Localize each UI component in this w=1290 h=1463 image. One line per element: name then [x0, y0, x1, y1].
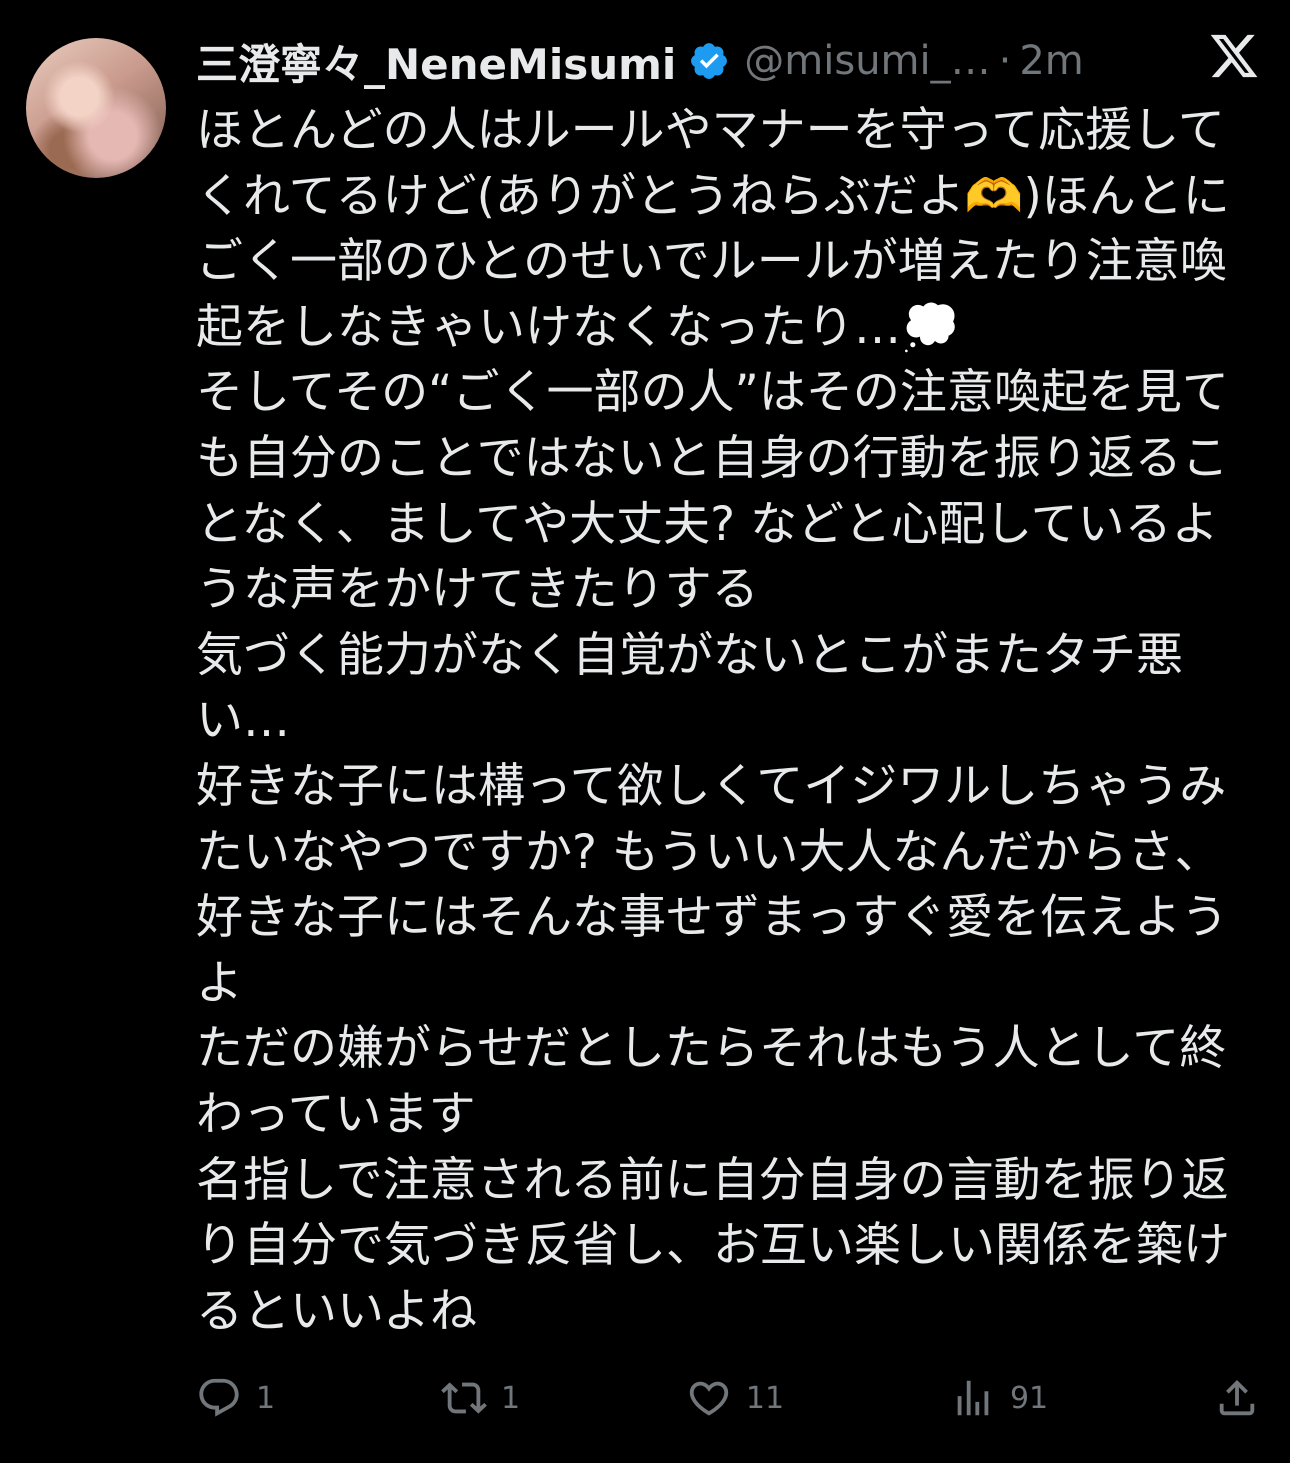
like-count: 11 [745, 1380, 785, 1416]
avatar[interactable] [26, 38, 166, 178]
views-count: 91 [1009, 1380, 1049, 1416]
separator-dot: · [998, 38, 1012, 84]
retweet-count: 1 [500, 1380, 521, 1416]
verified-badge-icon [691, 43, 728, 79]
tweet-header: 三澄寧々_NeneMisumi @misumi_… · 2m [196, 30, 1260, 92]
x-logo-icon [1210, 34, 1258, 78]
views-button[interactable]: 91 [950, 1375, 1048, 1421]
reply-count: 1 [256, 1380, 276, 1416]
heart-icon [689, 1381, 729, 1416]
share-button[interactable] [1214, 1375, 1260, 1421]
reply-button[interactable]: 1 [196, 1375, 275, 1421]
like-button[interactable]: 11 [686, 1375, 784, 1421]
retweet-icon [441, 1382, 487, 1414]
tweet-text: ほとんどの人はルールやマナーを守って応援して くれてるけど(ありがとうねらぶだよ… [196, 103, 1230, 1339]
action-bar: 1 1 11 91 [196, 1368, 1260, 1428]
reply-icon [199, 1378, 239, 1417]
display-name[interactable]: 三澄寧々_NeneMisumi [196, 31, 676, 92]
user-handle[interactable]: @misumi_… [744, 38, 990, 84]
timestamp[interactable]: 2m [1019, 38, 1083, 84]
views-icon [957, 1380, 989, 1416]
share-icon [1219, 1379, 1255, 1416]
retweet-button[interactable]: 1 [441, 1375, 520, 1421]
